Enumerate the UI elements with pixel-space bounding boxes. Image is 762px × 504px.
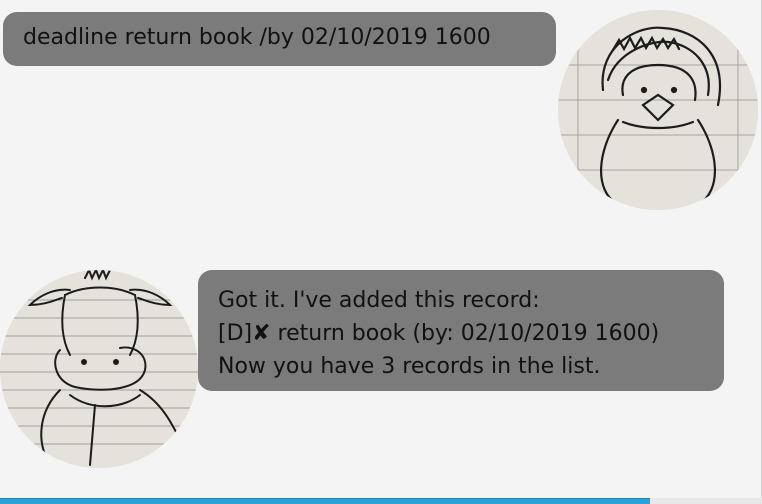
bot-message-line-2: [D]✘ return book (by: 02/10/2019 1600) xyxy=(218,321,660,346)
input-focus-bar[interactable] xyxy=(0,498,650,504)
send-area-edge[interactable] xyxy=(650,498,762,504)
penguin-avatar-icon xyxy=(558,10,758,210)
user-message-text: deadline return book /by 02/10/2019 1600 xyxy=(23,25,491,50)
bot-message-bubble: Got it. I've added this record: [D]✘ ret… xyxy=(198,270,724,391)
user-message-bubble: deadline return book /by 02/10/2019 1600 xyxy=(3,12,556,66)
chat-area: deadline return book /by 02/10/2019 1600 xyxy=(0,0,762,498)
cow-avatar-icon xyxy=(0,270,198,468)
bot-message-line-1: Got it. I've added this record: xyxy=(218,288,540,313)
bot-message-line-3: Now you have 3 records in the list. xyxy=(218,354,601,379)
